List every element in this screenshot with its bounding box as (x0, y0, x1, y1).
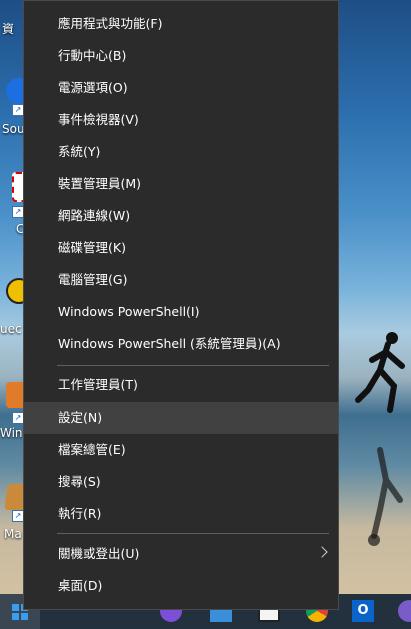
chevron-right-icon (316, 546, 328, 558)
menu-separator (57, 533, 329, 534)
menu-item-powershell[interactable]: Windows PowerShell(I) (24, 296, 338, 328)
menu-item-run[interactable]: 執行(R) (24, 498, 338, 530)
winx-context-menu: 應用程式與功能(F) 行動中心(B) 電源選項(O) 事件檢視器(V) 系統(Y… (23, 0, 339, 610)
menu-item-device-manager[interactable]: 裝置管理員(M) (24, 168, 338, 200)
menu-item-powershell-admin[interactable]: Windows PowerShell (系統管理員)(A) (24, 328, 338, 360)
menu-item-label: 工作管理員(T) (58, 377, 138, 392)
menu-item-label: 裝置管理員(M) (58, 176, 142, 191)
menu-item-label: 搜尋(S) (58, 474, 101, 489)
menu-item-label: 網路連線(W) (58, 208, 131, 223)
desktop-icon-label: Win (0, 426, 23, 440)
menu-item-network-connections[interactable]: 網路連線(W) (24, 200, 338, 232)
menu-item-task-manager[interactable]: 工作管理員(T) (24, 369, 338, 401)
menu-item-label: 磁碟管理(K) (58, 240, 126, 255)
menu-item-label: 執行(R) (58, 506, 102, 521)
menu-item-search[interactable]: 搜尋(S) (24, 466, 338, 498)
menu-item-label: 檔案總管(E) (58, 442, 126, 457)
menu-item-label: 設定(N) (58, 410, 103, 425)
menu-item-desktop[interactable]: 桌面(D) (24, 570, 338, 602)
menu-item-label: 應用程式與功能(F) (58, 16, 163, 31)
menu-item-action-center[interactable]: 行動中心(B) (24, 40, 338, 72)
desktop-icon-label: Sou (2, 122, 25, 136)
menu-item-shutdown-or-sign-out[interactable]: 關機或登出(U) (24, 538, 338, 570)
desktop-icon-label: 資 (2, 22, 15, 36)
menu-item-file-explorer[interactable]: 檔案總管(E) (24, 434, 338, 466)
menu-item-label: 關機或登出(U) (58, 546, 140, 561)
runner-reflection (368, 447, 403, 546)
app-icon[interactable] (398, 600, 411, 622)
menu-item-power-options[interactable]: 電源選項(O) (24, 72, 338, 104)
menu-item-apps-and-features[interactable]: 應用程式與功能(F) (24, 8, 338, 40)
menu-item-label: 電腦管理(G) (58, 272, 128, 287)
menu-separator (57, 365, 329, 366)
menu-item-label: 行動中心(B) (58, 48, 127, 63)
menu-item-settings[interactable]: 設定(N) (24, 402, 338, 434)
menu-item-disk-management[interactable]: 磁碟管理(K) (24, 232, 338, 264)
menu-item-label: 電源選項(O) (58, 80, 128, 95)
menu-item-label: 桌面(D) (58, 578, 103, 593)
desktop-icon-label: uec (0, 322, 22, 336)
menu-item-computer-management[interactable]: 電腦管理(G) (24, 264, 338, 296)
desktop-icon-label: Ma (4, 527, 22, 541)
menu-item-label: Windows PowerShell (系統管理員)(A) (58, 336, 281, 351)
menu-item-event-viewer[interactable]: 事件檢視器(V) (24, 104, 338, 136)
menu-item-label: Windows PowerShell(I) (58, 304, 200, 319)
runner-silhouette (355, 332, 405, 413)
outlook-icon[interactable]: O (352, 600, 374, 622)
menu-item-system[interactable]: 系統(Y) (24, 136, 338, 168)
menu-item-label: 系統(Y) (58, 144, 101, 159)
menu-item-label: 事件檢視器(V) (58, 112, 139, 127)
